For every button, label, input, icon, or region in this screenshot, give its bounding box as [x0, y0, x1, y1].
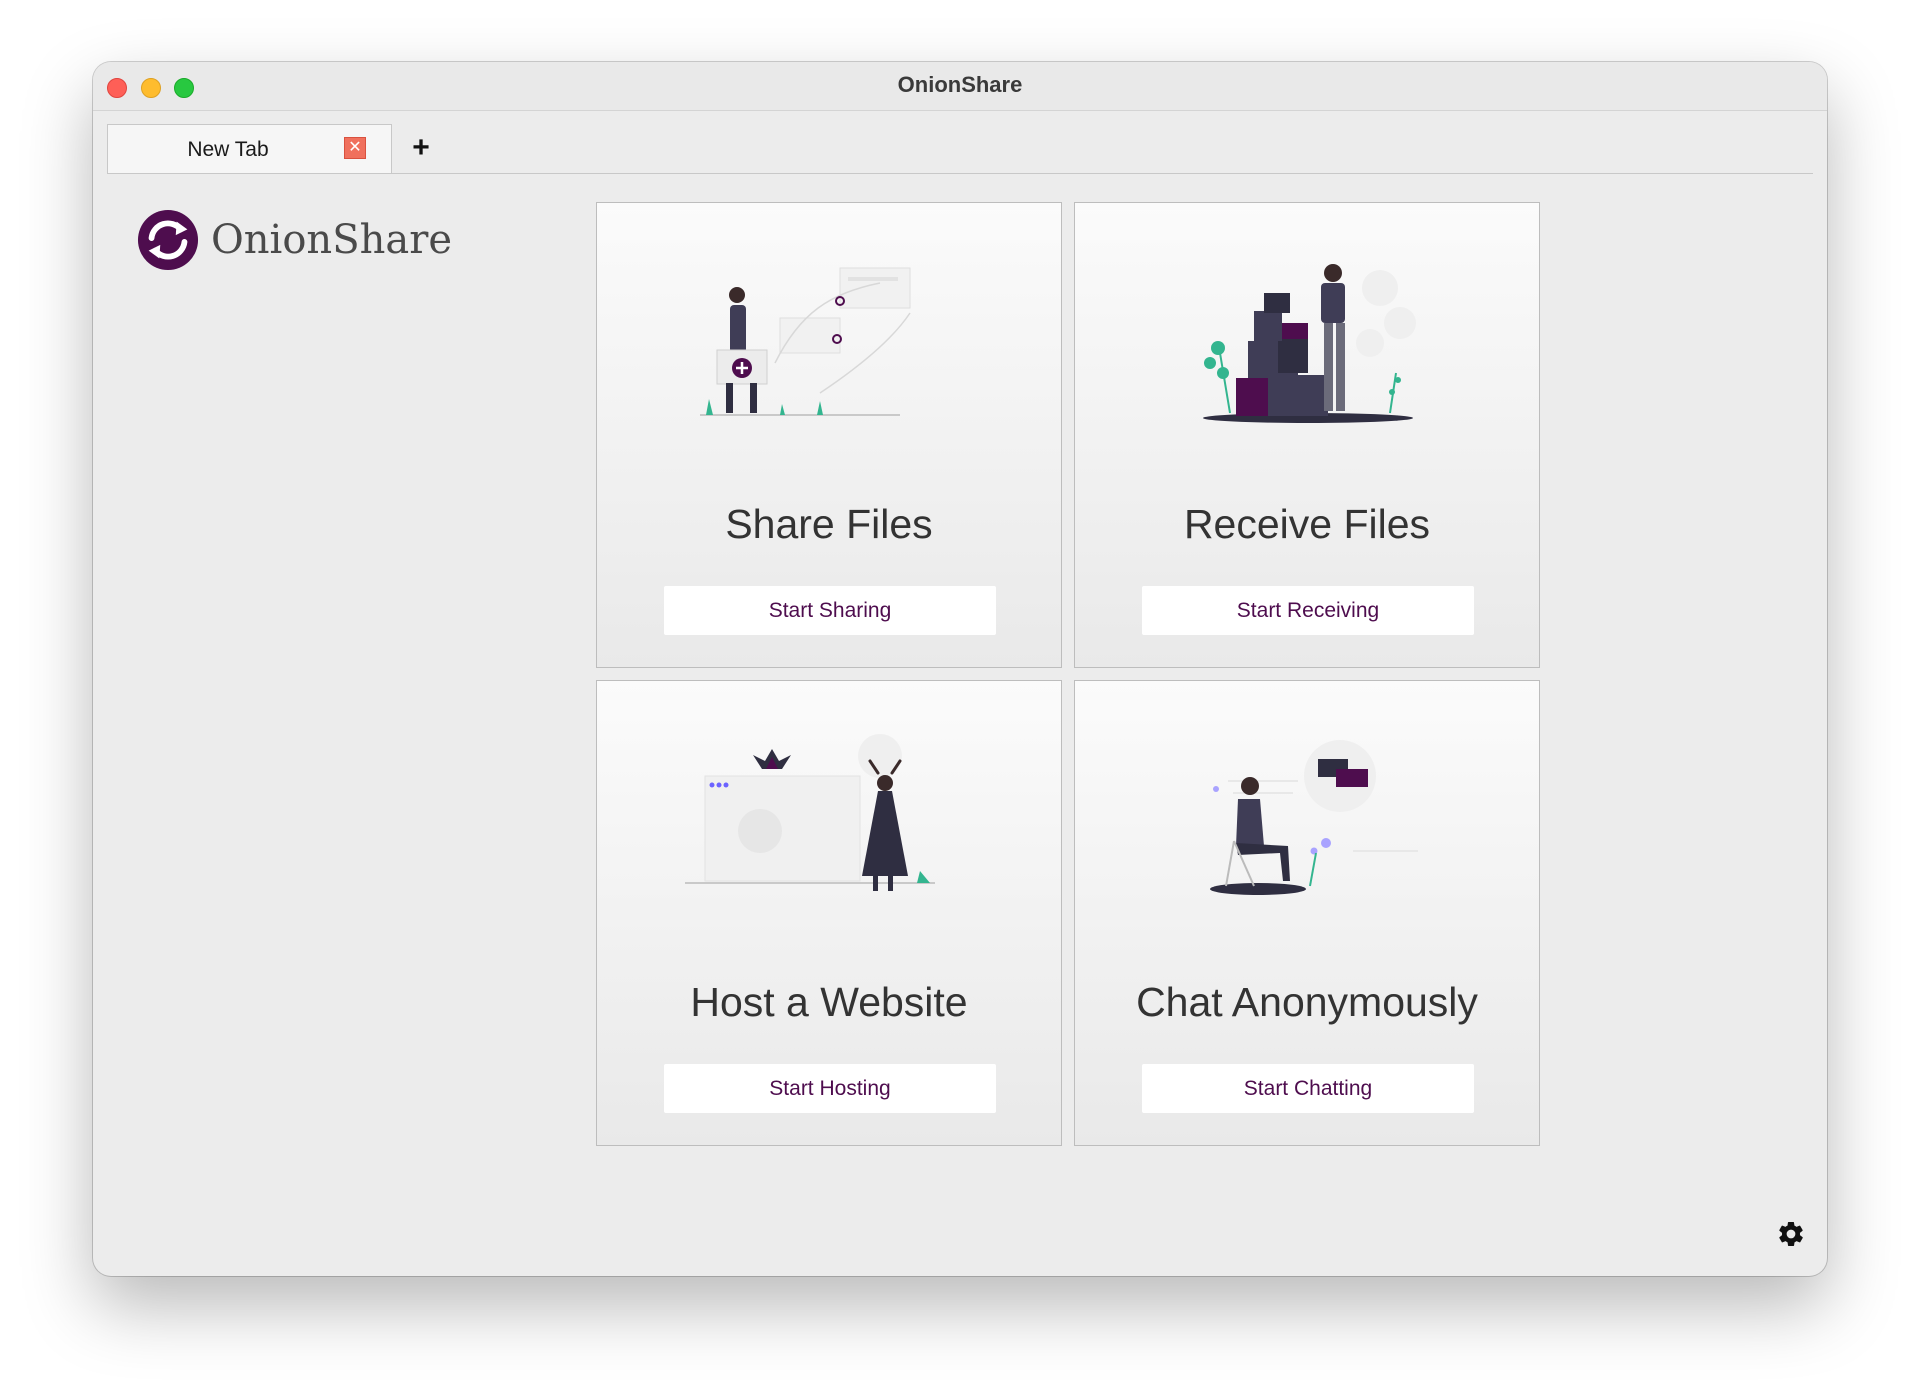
- receive-files-card: Receive Files Start Receiving: [1074, 202, 1540, 668]
- chat-anonymously-illustration: [1210, 740, 1418, 895]
- window-title: OnionShare: [897, 72, 1023, 97]
- start-sharing-button[interactable]: Start Sharing: [664, 586, 996, 635]
- host-website-illustration: [685, 734, 935, 891]
- tab-bar: New Tab ✕ +: [107, 124, 1813, 174]
- card-title: Receive Files: [1183, 501, 1431, 547]
- gear-icon[interactable]: [1776, 1219, 1806, 1249]
- tab-new-tab[interactable]: New Tab ✕: [107, 124, 392, 173]
- chat-anonymously-card: Chat Anonymously Start Chatting: [1074, 680, 1540, 1146]
- share-files-illustration: [700, 267, 911, 416]
- app-window: OnionShare New Tab ✕ + OnionShare Share …: [93, 62, 1827, 1276]
- start-hosting-button[interactable]: Start Hosting: [664, 1064, 996, 1113]
- start-chatting-button[interactable]: Start Chatting: [1142, 1064, 1474, 1113]
- onionshare-logo: OnionShare: [137, 208, 452, 272]
- title-bar: OnionShare: [93, 62, 1827, 111]
- card-title: Host a Website: [690, 979, 968, 1025]
- card-title: Share Files: [725, 501, 933, 547]
- receive-files-illustration: [1203, 264, 1416, 423]
- plus-icon[interactable]: +: [405, 132, 437, 164]
- onionshare-logo-icon: [137, 209, 199, 271]
- start-receiving-button[interactable]: Start Receiving: [1142, 586, 1474, 635]
- tab-label: New Tab: [187, 138, 269, 161]
- card-title: Chat Anonymously: [1136, 979, 1478, 1025]
- host-website-card: Host a Website Start Hosting: [596, 680, 1062, 1146]
- logo-text: OnionShare: [211, 217, 452, 263]
- close-icon[interactable]: ✕: [344, 137, 366, 159]
- share-files-card: Share Files Start Sharing: [596, 202, 1062, 668]
